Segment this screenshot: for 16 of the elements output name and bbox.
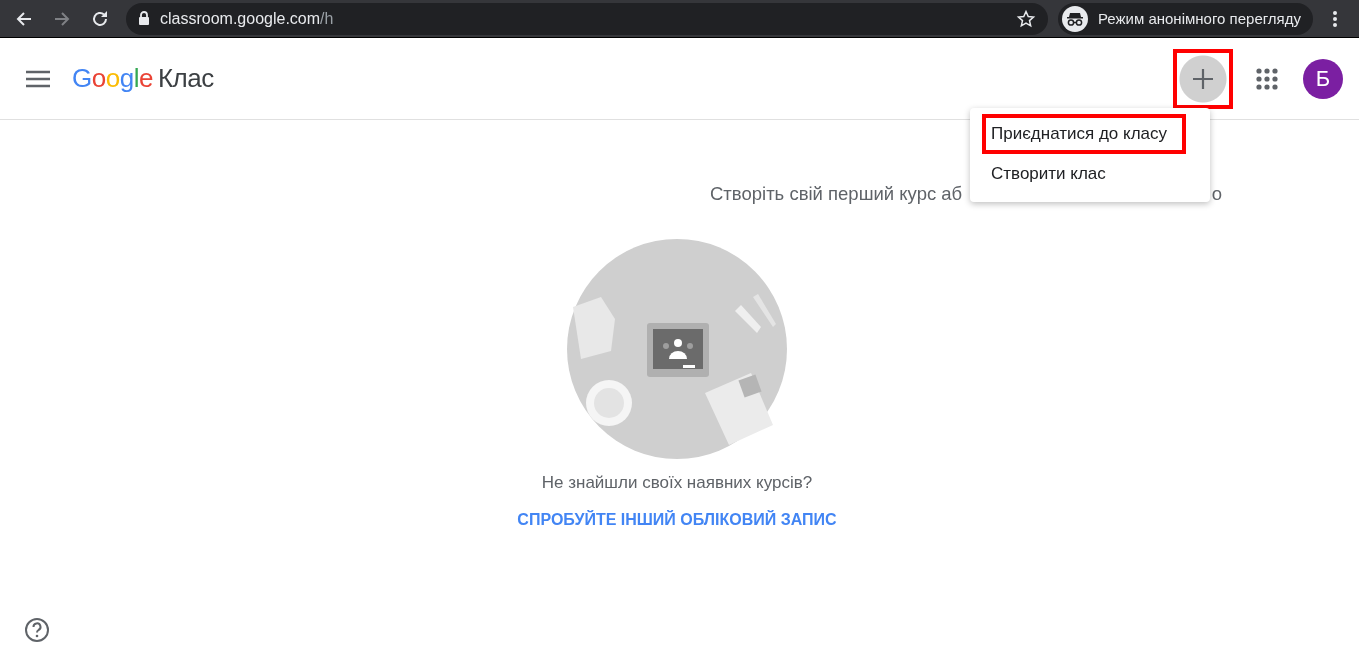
star-icon[interactable]: [1016, 8, 1036, 29]
plus-icon: [1191, 66, 1215, 91]
incognito-icon: [1062, 5, 1088, 32]
menu-item[interactable]: Приєднатися до класу: [982, 114, 1186, 154]
subtitle-text: Створіть свій перший курс аб: [710, 183, 963, 205]
app-logo[interactable]: Google Клас: [72, 63, 214, 94]
menu-item[interactable]: Створити клас: [970, 154, 1210, 194]
switch-account-link[interactable]: СПРОБУЙТЕ ІНШИЙ ОБЛІКОВИЙ ЗАПИС: [517, 511, 837, 529]
address-bar[interactable]: classroom.google.com/h: [126, 2, 1048, 35]
url-text: classroom.google.com/h: [160, 9, 335, 28]
incognito-badge[interactable]: Режим анонімного перегляду: [1058, 2, 1313, 35]
user-avatar[interactable]: Б: [1303, 58, 1343, 99]
prompt-text: Не знайшли своїх наявних курсів?: [541, 473, 813, 493]
subtitle-text: о: [1211, 183, 1222, 205]
lock-icon: [138, 11, 150, 26]
help-icon[interactable]: [24, 617, 50, 643]
